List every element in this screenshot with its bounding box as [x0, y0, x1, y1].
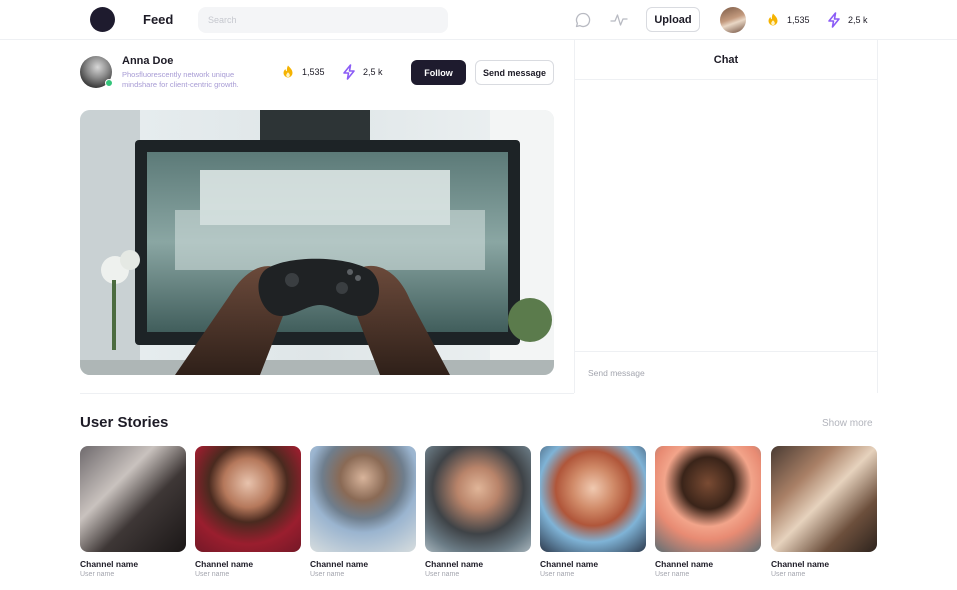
story-user-name: User name	[195, 571, 230, 578]
story-user-name: User name	[655, 571, 690, 578]
profile-bio: Phosfluorescently network unique mindsha…	[122, 70, 239, 89]
profile-name[interactable]: Anna Doe	[122, 55, 173, 67]
story-channel-name: Channel name	[80, 559, 139, 569]
story-user-name: User name	[310, 571, 345, 578]
coin-count: 1,535	[787, 15, 810, 25]
story-thumbnail	[540, 446, 646, 552]
activity-icon[interactable]	[609, 10, 629, 30]
section-divider	[80, 393, 574, 394]
stories-title: User Stories	[80, 414, 169, 431]
show-more-link[interactable]: Show more	[822, 418, 873, 429]
profile-coin-count: 1,535	[302, 67, 325, 77]
main-video[interactable]	[80, 110, 554, 375]
send-message-button[interactable]: Send message	[475, 60, 554, 85]
story-card[interactable]: Channel name User name	[425, 446, 531, 578]
story-card[interactable]: Channel name User name	[540, 446, 646, 578]
top-bar: Feed Upload 1,535 2,5 k	[0, 0, 957, 40]
lightning-icon	[343, 64, 355, 80]
story-card[interactable]: Channel name User name	[655, 446, 761, 578]
page-title: Feed	[143, 12, 174, 27]
story-card[interactable]: Channel name User name	[80, 446, 186, 578]
story-channel-name: Channel name	[655, 559, 714, 569]
profile-coin-balance: 1,535	[280, 64, 325, 80]
story-thumbnail	[310, 446, 416, 552]
story-user-name: User name	[540, 571, 575, 578]
profile-avatar[interactable]	[80, 56, 113, 88]
chat-bubble-icon[interactable]	[573, 10, 593, 30]
story-user-name: User name	[80, 571, 115, 578]
coin-balance: 1,535	[765, 12, 810, 28]
chat-title: Chat	[575, 40, 877, 80]
video-frame-image	[80, 110, 554, 375]
story-channel-name: Channel name	[771, 559, 830, 569]
search-input[interactable]	[198, 7, 448, 33]
story-card[interactable]: Channel name User name	[310, 446, 416, 578]
story-thumbnail	[771, 446, 877, 552]
story-channel-name: Channel name	[425, 559, 484, 569]
story-user-name: User name	[771, 571, 806, 578]
story-card[interactable]: Channel name User name	[195, 446, 301, 578]
online-status-indicator	[105, 79, 113, 87]
follow-button[interactable]: Follow	[411, 60, 466, 85]
story-card[interactable]: Channel name User name	[771, 446, 877, 578]
story-channel-name: Channel name	[310, 559, 369, 569]
logo[interactable]	[90, 7, 115, 32]
chat-panel: Chat	[574, 40, 878, 393]
upload-button[interactable]: Upload	[646, 7, 700, 32]
coin-icon	[768, 13, 778, 26]
story-thumbnail	[195, 446, 301, 552]
profile-energy-count: 2,5 k	[363, 67, 383, 77]
coin-icon	[283, 65, 293, 78]
avatar[interactable]	[720, 7, 746, 33]
profile-energy-balance: 2,5 k	[341, 64, 383, 80]
lightning-icon	[828, 12, 840, 28]
energy-balance: 2,5 k	[826, 12, 868, 28]
story-channel-name: Channel name	[195, 559, 254, 569]
chat-message-input[interactable]	[575, 351, 877, 393]
story-user-name: User name	[425, 571, 460, 578]
energy-count: 2,5 k	[848, 15, 868, 25]
story-thumbnail	[425, 446, 531, 552]
story-thumbnail	[80, 446, 186, 552]
story-thumbnail	[655, 446, 761, 552]
story-channel-name: Channel name	[540, 559, 599, 569]
